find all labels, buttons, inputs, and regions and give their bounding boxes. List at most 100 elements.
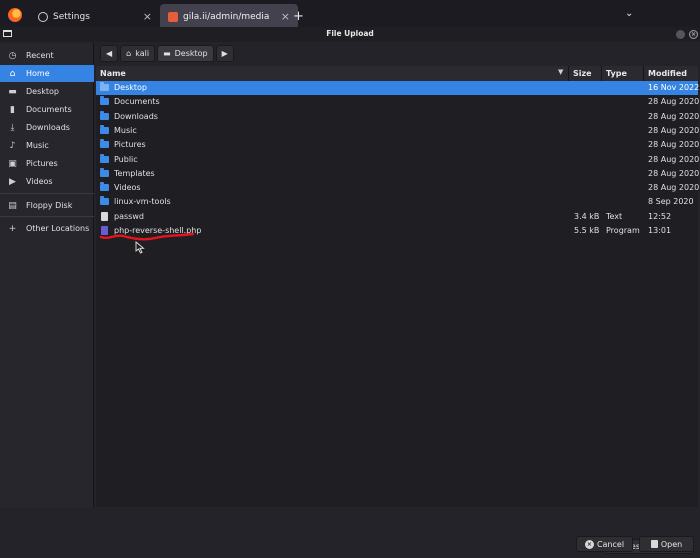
cancel-button[interactable]: × Cancel xyxy=(576,536,633,552)
sidebar-item-documents[interactable]: ▮ Documents xyxy=(0,101,94,118)
file-modified: 12:52 xyxy=(648,211,672,221)
file-list-header: Name ▼ Size Type Modified xyxy=(96,66,698,81)
cancel-icon: × xyxy=(584,539,594,549)
file-name: linux-vm-tools xyxy=(114,197,171,207)
path-bar: ◀ ⌂ kali ▬ Desktop ▶ xyxy=(100,45,234,62)
folder-icon xyxy=(100,196,109,206)
breadcrumb-label: Desktop xyxy=(174,49,208,58)
folder-icon xyxy=(100,110,109,120)
sidebar-item-downloads[interactable]: ⤓ Downloads xyxy=(0,119,94,136)
home-icon: ⌂ xyxy=(9,68,16,79)
file-modified: 28 Aug 2020 xyxy=(648,97,700,107)
file-row-music[interactable]: Music 28 Aug 2020 xyxy=(96,124,700,138)
pictures-icon: ▣ xyxy=(8,158,17,169)
folder-icon xyxy=(100,153,109,163)
sidebar-item-label: Documents xyxy=(26,105,72,114)
file-modified: 28 Aug 2020 xyxy=(648,183,700,193)
sidebar-item-label: Recent xyxy=(26,51,54,60)
breadcrumb-label: kali xyxy=(135,49,150,58)
file-modified: 16 Nov 2022 xyxy=(648,83,700,92)
sidebar-item-label: Home xyxy=(26,69,50,78)
open-file-icon xyxy=(650,540,658,548)
open-button[interactable]: Open xyxy=(639,536,694,552)
sidebar-item-recent[interactable]: ◷ Recent xyxy=(0,47,94,64)
file-type: Text xyxy=(606,211,623,221)
folder-icon xyxy=(100,139,109,149)
file-row-passwd[interactable]: passwd 3.4 kB Text 12:52 xyxy=(96,210,698,224)
file-name: Music xyxy=(114,125,137,135)
sidebar-item-label: Downloads xyxy=(26,123,70,132)
sidebar-item-label: Videos xyxy=(26,177,53,186)
sidebar-item-label: Desktop xyxy=(26,87,59,96)
sidebar-item-desktop[interactable]: ▬ Desktop xyxy=(0,83,94,100)
dialog-titlebar: File Upload × xyxy=(0,27,700,42)
file-modified: 13:01 xyxy=(648,226,672,235)
file-row-desktop[interactable]: Desktop 16 Nov 2022 xyxy=(96,81,700,95)
tab-title: gila.ii/admin/media xyxy=(183,12,270,22)
file-name: Videos xyxy=(114,183,141,193)
folder-icon xyxy=(100,96,109,106)
file-row-public[interactable]: Public 28 Aug 2020 xyxy=(96,153,700,167)
red-underline-annotation xyxy=(99,232,195,241)
column-header-name[interactable]: Name xyxy=(96,66,569,81)
file-row-linux-vm-tools[interactable]: linux-vm-tools 8 Sep 2020 xyxy=(96,195,698,209)
sidebar-item-floppy-disk[interactable]: ▤ Floppy Disk xyxy=(0,197,94,214)
tab-title: Settings xyxy=(53,12,90,22)
close-tab-icon[interactable]: × xyxy=(143,10,152,23)
clock-icon: ◷ xyxy=(8,50,17,61)
file-modified: 28 Aug 2020 xyxy=(648,154,700,164)
column-header-size[interactable]: Size xyxy=(569,66,602,81)
file-modified: 28 Aug 2020 xyxy=(648,125,700,135)
sidebar-item-other-locations[interactable]: + Other Locations xyxy=(0,220,94,237)
plus-icon: + xyxy=(8,223,17,234)
folder-icon: ▬ xyxy=(8,86,17,97)
download-icon: ⤓ xyxy=(10,122,15,133)
close-tab-icon[interactable]: × xyxy=(281,10,290,23)
file-modified: 28 Aug 2020 xyxy=(648,168,700,178)
file-row-documents[interactable]: Documents 28 Aug 2020 xyxy=(96,95,700,109)
path-forward-button[interactable]: ▶ xyxy=(215,45,234,62)
gear-icon xyxy=(38,12,48,22)
file-name: Public xyxy=(114,154,138,164)
file-list: Name ▼ Size Type Modified Desktop 16 Nov… xyxy=(96,66,700,507)
sidebar-item-music[interactable]: ♪ Music xyxy=(0,137,94,154)
sidebar-item-videos[interactable]: ▶ Videos xyxy=(0,173,94,190)
file-modified: 8 Sep 2020 xyxy=(648,197,694,207)
sidebar-divider xyxy=(0,193,94,194)
sidebar-item-pictures[interactable]: ▣ Pictures xyxy=(0,155,94,172)
column-header-modified[interactable]: Modified xyxy=(644,66,698,81)
close-icon[interactable]: × xyxy=(689,30,698,39)
home-icon: ⌂ xyxy=(126,49,132,58)
file-modified: 28 Aug 2020 xyxy=(648,111,700,121)
file-row-videos[interactable]: Videos 28 Aug 2020 xyxy=(96,181,700,195)
file-name: Documents xyxy=(114,97,160,107)
video-icon: ▶ xyxy=(9,176,16,187)
dialog-title: File Upload xyxy=(326,29,374,38)
minimize-icon[interactable] xyxy=(676,30,685,39)
text-file-icon xyxy=(101,211,108,221)
file-type: Program xyxy=(606,226,640,235)
file-name: Downloads xyxy=(114,111,158,121)
file-size: 5.5 kB xyxy=(574,226,600,235)
sort-descending-icon: ▼ xyxy=(558,68,564,76)
sidebar-item-label: Other Locations xyxy=(26,224,90,233)
sidebar-item-home[interactable]: ⌂ Home xyxy=(0,65,94,82)
path-back-button[interactable]: ◀ xyxy=(100,45,119,62)
sidebar-item-label: Pictures xyxy=(26,159,58,168)
folder-icon xyxy=(100,167,109,177)
file-row-downloads[interactable]: Downloads 28 Aug 2020 xyxy=(96,110,700,124)
list-all-tabs-chevron-icon[interactable]: ⌄ xyxy=(625,8,633,19)
file-row-pictures[interactable]: Pictures 28 Aug 2020 xyxy=(96,138,699,152)
file-row-templates[interactable]: Templates 28 Aug 2020 xyxy=(96,167,700,181)
open-label: Open xyxy=(660,539,683,549)
column-header-type[interactable]: Type xyxy=(602,66,644,81)
folder-icon xyxy=(100,182,109,192)
floppy-disk-icon: ▤ xyxy=(8,200,17,211)
firefox-logo-icon[interactable] xyxy=(8,8,22,22)
breadcrumb-kali[interactable]: ⌂ kali xyxy=(120,45,156,62)
file-upload-dialog: File Upload × ◷ Recent ⌂ Home ▬ Desktop … xyxy=(0,27,700,558)
sidebar-item-label: Floppy Disk xyxy=(26,201,73,210)
music-icon: ♪ xyxy=(9,140,16,151)
new-tab-button[interactable]: + xyxy=(293,9,304,24)
breadcrumb-desktop[interactable]: ▬ Desktop xyxy=(157,45,214,62)
